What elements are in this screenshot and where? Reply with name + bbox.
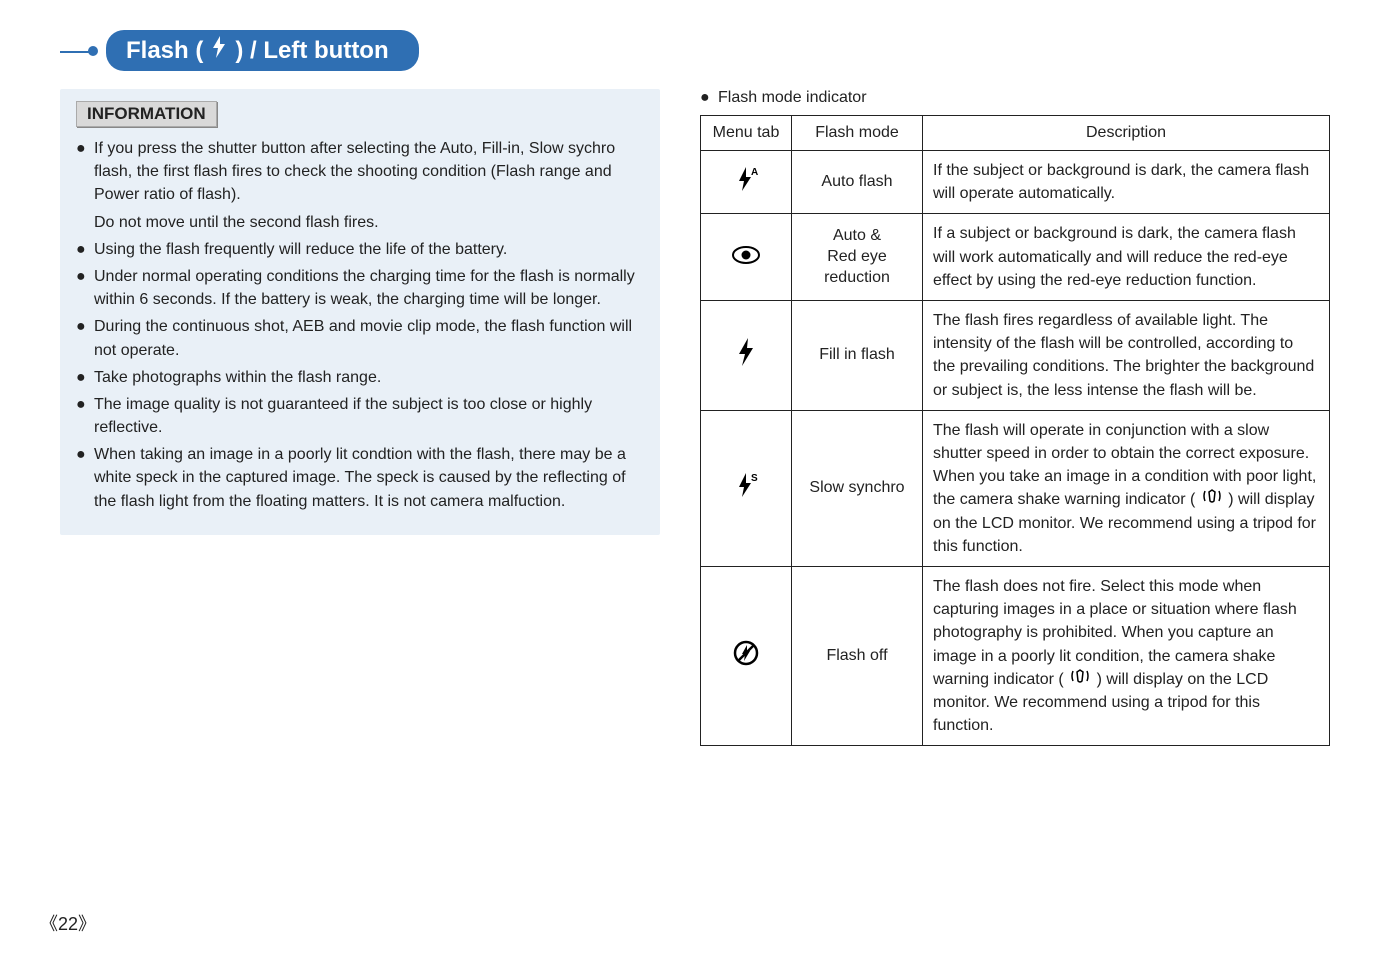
list-item: ● When taking an image in a poorly lit c… [76, 443, 644, 513]
mode-text: Slow synchro [809, 478, 904, 499]
table-row: Auto & Red eye reduction If a subject or… [701, 214, 1330, 301]
info-item-text: The image quality is not guaranteed if t… [94, 393, 644, 439]
info-item-text: When taking an image in a poorly lit con… [94, 443, 644, 513]
mode-cell: Flash off [792, 566, 923, 745]
list-item: ● The image quality is not guaranteed if… [76, 393, 644, 439]
mode-text: Fill in flash [819, 345, 895, 366]
page-title-bar: Flash ( ) / Left button [60, 30, 1341, 71]
flash-mode-table: Menu tab Flash mode Description A [700, 115, 1330, 746]
table-row: S Slow synchro The flash will operate in… [701, 410, 1330, 566]
bullet-icon: ● [76, 443, 94, 513]
desc-cell: If a subject or background is dark, the … [923, 214, 1330, 301]
bullet-icon: ● [76, 238, 94, 261]
information-box: INFORMATION ● If you press the shutter b… [60, 89, 660, 535]
fill-flash-icon [701, 300, 792, 410]
bullet-icon: ● [76, 137, 94, 207]
mode-cell: Slow synchro [792, 410, 923, 566]
information-list: ● If you press the shutter button after … [76, 137, 644, 513]
slow-synchro-icon: S [701, 410, 792, 566]
auto-flash-icon: A [701, 151, 792, 214]
desc-cell: If the subject or background is dark, th… [923, 151, 1330, 214]
title-text-suffix: ) / Left button [235, 37, 388, 65]
page-number: 《22》 [40, 910, 96, 936]
table-row: Flash off The flash does not fire. Selec… [701, 566, 1330, 745]
red-eye-icon [701, 214, 792, 301]
camera-shake-icon [1202, 488, 1222, 511]
list-item: ● Take photographs within the flash rang… [76, 366, 644, 389]
desc-cell: The flash fires regardless of available … [923, 300, 1330, 410]
mode-cell: Auto flash [792, 151, 923, 214]
list-item: ● Using the flash frequently will reduce… [76, 238, 644, 261]
mode-cell: Fill in flash [792, 300, 923, 410]
list-item: ● If you press the shutter button after … [76, 137, 644, 207]
info-subtext: Do not move until the second flash fires… [94, 211, 644, 234]
info-item-text: Take photographs within the flash range. [94, 366, 644, 389]
col-flash-mode: Flash mode [792, 116, 923, 151]
list-item: ● During the continuous shot, AEB and mo… [76, 315, 644, 361]
info-item-text: Using the flash frequently will reduce t… [94, 238, 644, 261]
mode-text: reduction [824, 268, 890, 289]
table-row: A Auto flash If the subject or backgroun… [701, 151, 1330, 214]
table-row: Fill in flash The flash fires regardless… [701, 300, 1330, 410]
flash-icon [211, 36, 227, 65]
desc-cell: The flash will operate in conjunction wi… [923, 410, 1330, 566]
col-description: Description [923, 116, 1330, 151]
camera-shake-icon [1070, 668, 1090, 691]
flash-mode-indicator-text: Flash mode indicator [718, 89, 867, 107]
bullet-icon: ● [76, 265, 94, 311]
desc-cell: The flash does not fire. Select this mod… [923, 566, 1330, 745]
bullet-icon: ● [76, 315, 94, 361]
mode-text: Auto & [833, 226, 881, 247]
bullet-icon: ● [76, 366, 94, 389]
svg-text:A: A [751, 167, 758, 178]
title-text-prefix: Flash ( [126, 37, 203, 65]
svg-text:S: S [751, 473, 758, 484]
page-title: Flash ( ) / Left button [106, 30, 419, 71]
bullet-icon: ● [700, 89, 718, 107]
mode-text: Flash off [826, 646, 887, 667]
mode-cell: Auto & Red eye reduction [792, 214, 923, 301]
info-item-text: Under normal operating conditions the ch… [94, 265, 644, 311]
title-decor-dot [88, 46, 98, 56]
info-item-text: If you press the shutter button after se… [94, 137, 644, 207]
flash-mode-indicator-header: ● Flash mode indicator [700, 89, 1330, 107]
list-item: ● Under normal operating conditions the … [76, 265, 644, 311]
mode-text: Auto flash [821, 172, 892, 193]
information-label: INFORMATION [76, 101, 217, 127]
flash-off-icon [701, 566, 792, 745]
col-menu-tab: Menu tab [701, 116, 792, 151]
table-header-row: Menu tab Flash mode Description [701, 116, 1330, 151]
bullet-icon: ● [76, 393, 94, 439]
mode-text: Red eye [827, 247, 887, 268]
info-item-text: During the continuous shot, AEB and movi… [94, 315, 644, 361]
